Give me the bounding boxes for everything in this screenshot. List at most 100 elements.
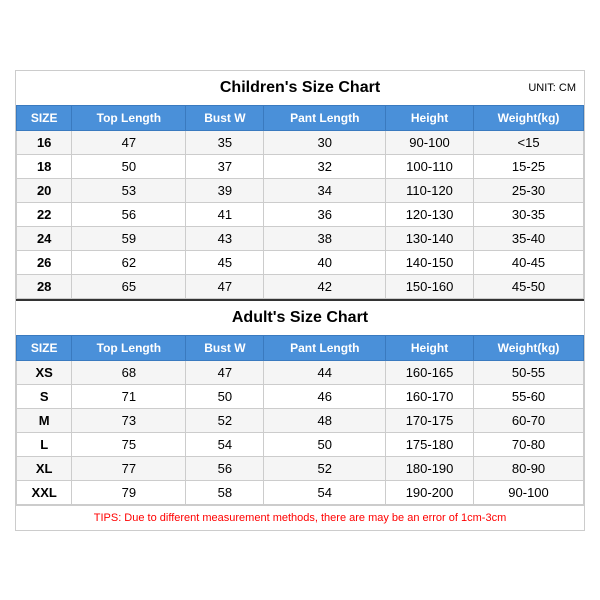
table-cell: 75	[72, 432, 186, 456]
table-row: L755450175-18070-80	[17, 432, 584, 456]
table-row: XXL795854190-20090-100	[17, 480, 584, 504]
table-cell: 39	[186, 178, 264, 202]
table-cell: 16	[17, 130, 72, 154]
adult-header-row: SIZE Top Length Bust W Pant Length Heigh…	[17, 335, 584, 360]
table-cell: 50	[72, 154, 186, 178]
table-row: 26624540140-15040-45	[17, 250, 584, 274]
children-header-row: SIZE Top Length Bust W Pant Length Heigh…	[17, 105, 584, 130]
table-row: 24594338130-14035-40	[17, 226, 584, 250]
table-row: M735248170-17560-70	[17, 408, 584, 432]
col-size: SIZE	[17, 105, 72, 130]
table-cell: 190-200	[386, 480, 474, 504]
table-cell: M	[17, 408, 72, 432]
adult-col-size: SIZE	[17, 335, 72, 360]
adult-col-weight: Weight(kg)	[474, 335, 584, 360]
table-cell: 79	[72, 480, 186, 504]
table-cell: 40-45	[474, 250, 584, 274]
table-cell: 65	[72, 274, 186, 298]
table-cell: 50	[186, 384, 264, 408]
table-cell: 170-175	[386, 408, 474, 432]
table-cell: 20	[17, 178, 72, 202]
table-cell: 58	[186, 480, 264, 504]
table-cell: S	[17, 384, 72, 408]
table-cell: XXL	[17, 480, 72, 504]
table-cell: 44	[264, 360, 386, 384]
table-cell: <15	[474, 130, 584, 154]
table-cell: 62	[72, 250, 186, 274]
table-cell: 150-160	[386, 274, 474, 298]
adult-table: SIZE Top Length Bust W Pant Length Heigh…	[16, 335, 584, 505]
size-chart-container: Children's Size Chart UNIT: CM SIZE Top …	[15, 70, 585, 531]
table-cell: 28	[17, 274, 72, 298]
unit-label: UNIT: CM	[528, 82, 576, 94]
table-cell: 100-110	[386, 154, 474, 178]
table-cell: 46	[264, 384, 386, 408]
table-cell: 35-40	[474, 226, 584, 250]
col-height: Height	[386, 105, 474, 130]
table-cell: 50	[264, 432, 386, 456]
adult-col-pant-length: Pant Length	[264, 335, 386, 360]
table-cell: 53	[72, 178, 186, 202]
table-cell: 70-80	[474, 432, 584, 456]
table-cell: 45-50	[474, 274, 584, 298]
table-row: 28654742150-16045-50	[17, 274, 584, 298]
table-cell: 175-180	[386, 432, 474, 456]
col-bust-w: Bust W	[186, 105, 264, 130]
table-cell: 80-90	[474, 456, 584, 480]
table-cell: 35	[186, 130, 264, 154]
table-cell: XL	[17, 456, 72, 480]
table-cell: 42	[264, 274, 386, 298]
table-cell: XS	[17, 360, 72, 384]
table-cell: 24	[17, 226, 72, 250]
table-cell: 47	[186, 274, 264, 298]
table-cell: 22	[17, 202, 72, 226]
adult-section-header: Adult's Size Chart	[16, 299, 584, 335]
table-cell: 45	[186, 250, 264, 274]
table-cell: 90-100	[386, 130, 474, 154]
table-cell: 15-25	[474, 154, 584, 178]
table-cell: 50-55	[474, 360, 584, 384]
adult-col-bust-w: Bust W	[186, 335, 264, 360]
col-pant-length: Pant Length	[264, 105, 386, 130]
adult-col-top-length: Top Length	[72, 335, 186, 360]
table-cell: 48	[264, 408, 386, 432]
table-cell: 54	[186, 432, 264, 456]
table-cell: 32	[264, 154, 386, 178]
table-row: XL775652180-19080-90	[17, 456, 584, 480]
table-row: XS684744160-16550-55	[17, 360, 584, 384]
table-cell: 68	[72, 360, 186, 384]
table-cell: 110-120	[386, 178, 474, 202]
table-row: 18503732100-11015-25	[17, 154, 584, 178]
table-cell: 52	[186, 408, 264, 432]
adult-title: Adult's Size Chart	[232, 309, 368, 326]
table-cell: 160-170	[386, 384, 474, 408]
table-cell: 54	[264, 480, 386, 504]
table-row: 1647353090-100<15	[17, 130, 584, 154]
table-cell: 60-70	[474, 408, 584, 432]
table-cell: 18	[17, 154, 72, 178]
table-cell: 77	[72, 456, 186, 480]
table-cell: 90-100	[474, 480, 584, 504]
table-row: S715046160-17055-60	[17, 384, 584, 408]
table-cell: 25-30	[474, 178, 584, 202]
table-cell: 71	[72, 384, 186, 408]
tips-text: TIPS: Due to different measurement metho…	[16, 505, 584, 530]
table-cell: 56	[72, 202, 186, 226]
table-cell: 37	[186, 154, 264, 178]
children-table: SIZE Top Length Bust W Pant Length Heigh…	[16, 105, 584, 299]
table-cell: 130-140	[386, 226, 474, 250]
table-cell: 30-35	[474, 202, 584, 226]
table-cell: 43	[186, 226, 264, 250]
table-cell: 120-130	[386, 202, 474, 226]
table-cell: 56	[186, 456, 264, 480]
table-row: 22564136120-13030-35	[17, 202, 584, 226]
col-top-length: Top Length	[72, 105, 186, 130]
adult-col-height: Height	[386, 335, 474, 360]
table-cell: 47	[72, 130, 186, 154]
table-cell: 38	[264, 226, 386, 250]
table-row: 20533934110-12025-30	[17, 178, 584, 202]
table-cell: 160-165	[386, 360, 474, 384]
table-cell: 30	[264, 130, 386, 154]
table-cell: 73	[72, 408, 186, 432]
table-cell: 26	[17, 250, 72, 274]
